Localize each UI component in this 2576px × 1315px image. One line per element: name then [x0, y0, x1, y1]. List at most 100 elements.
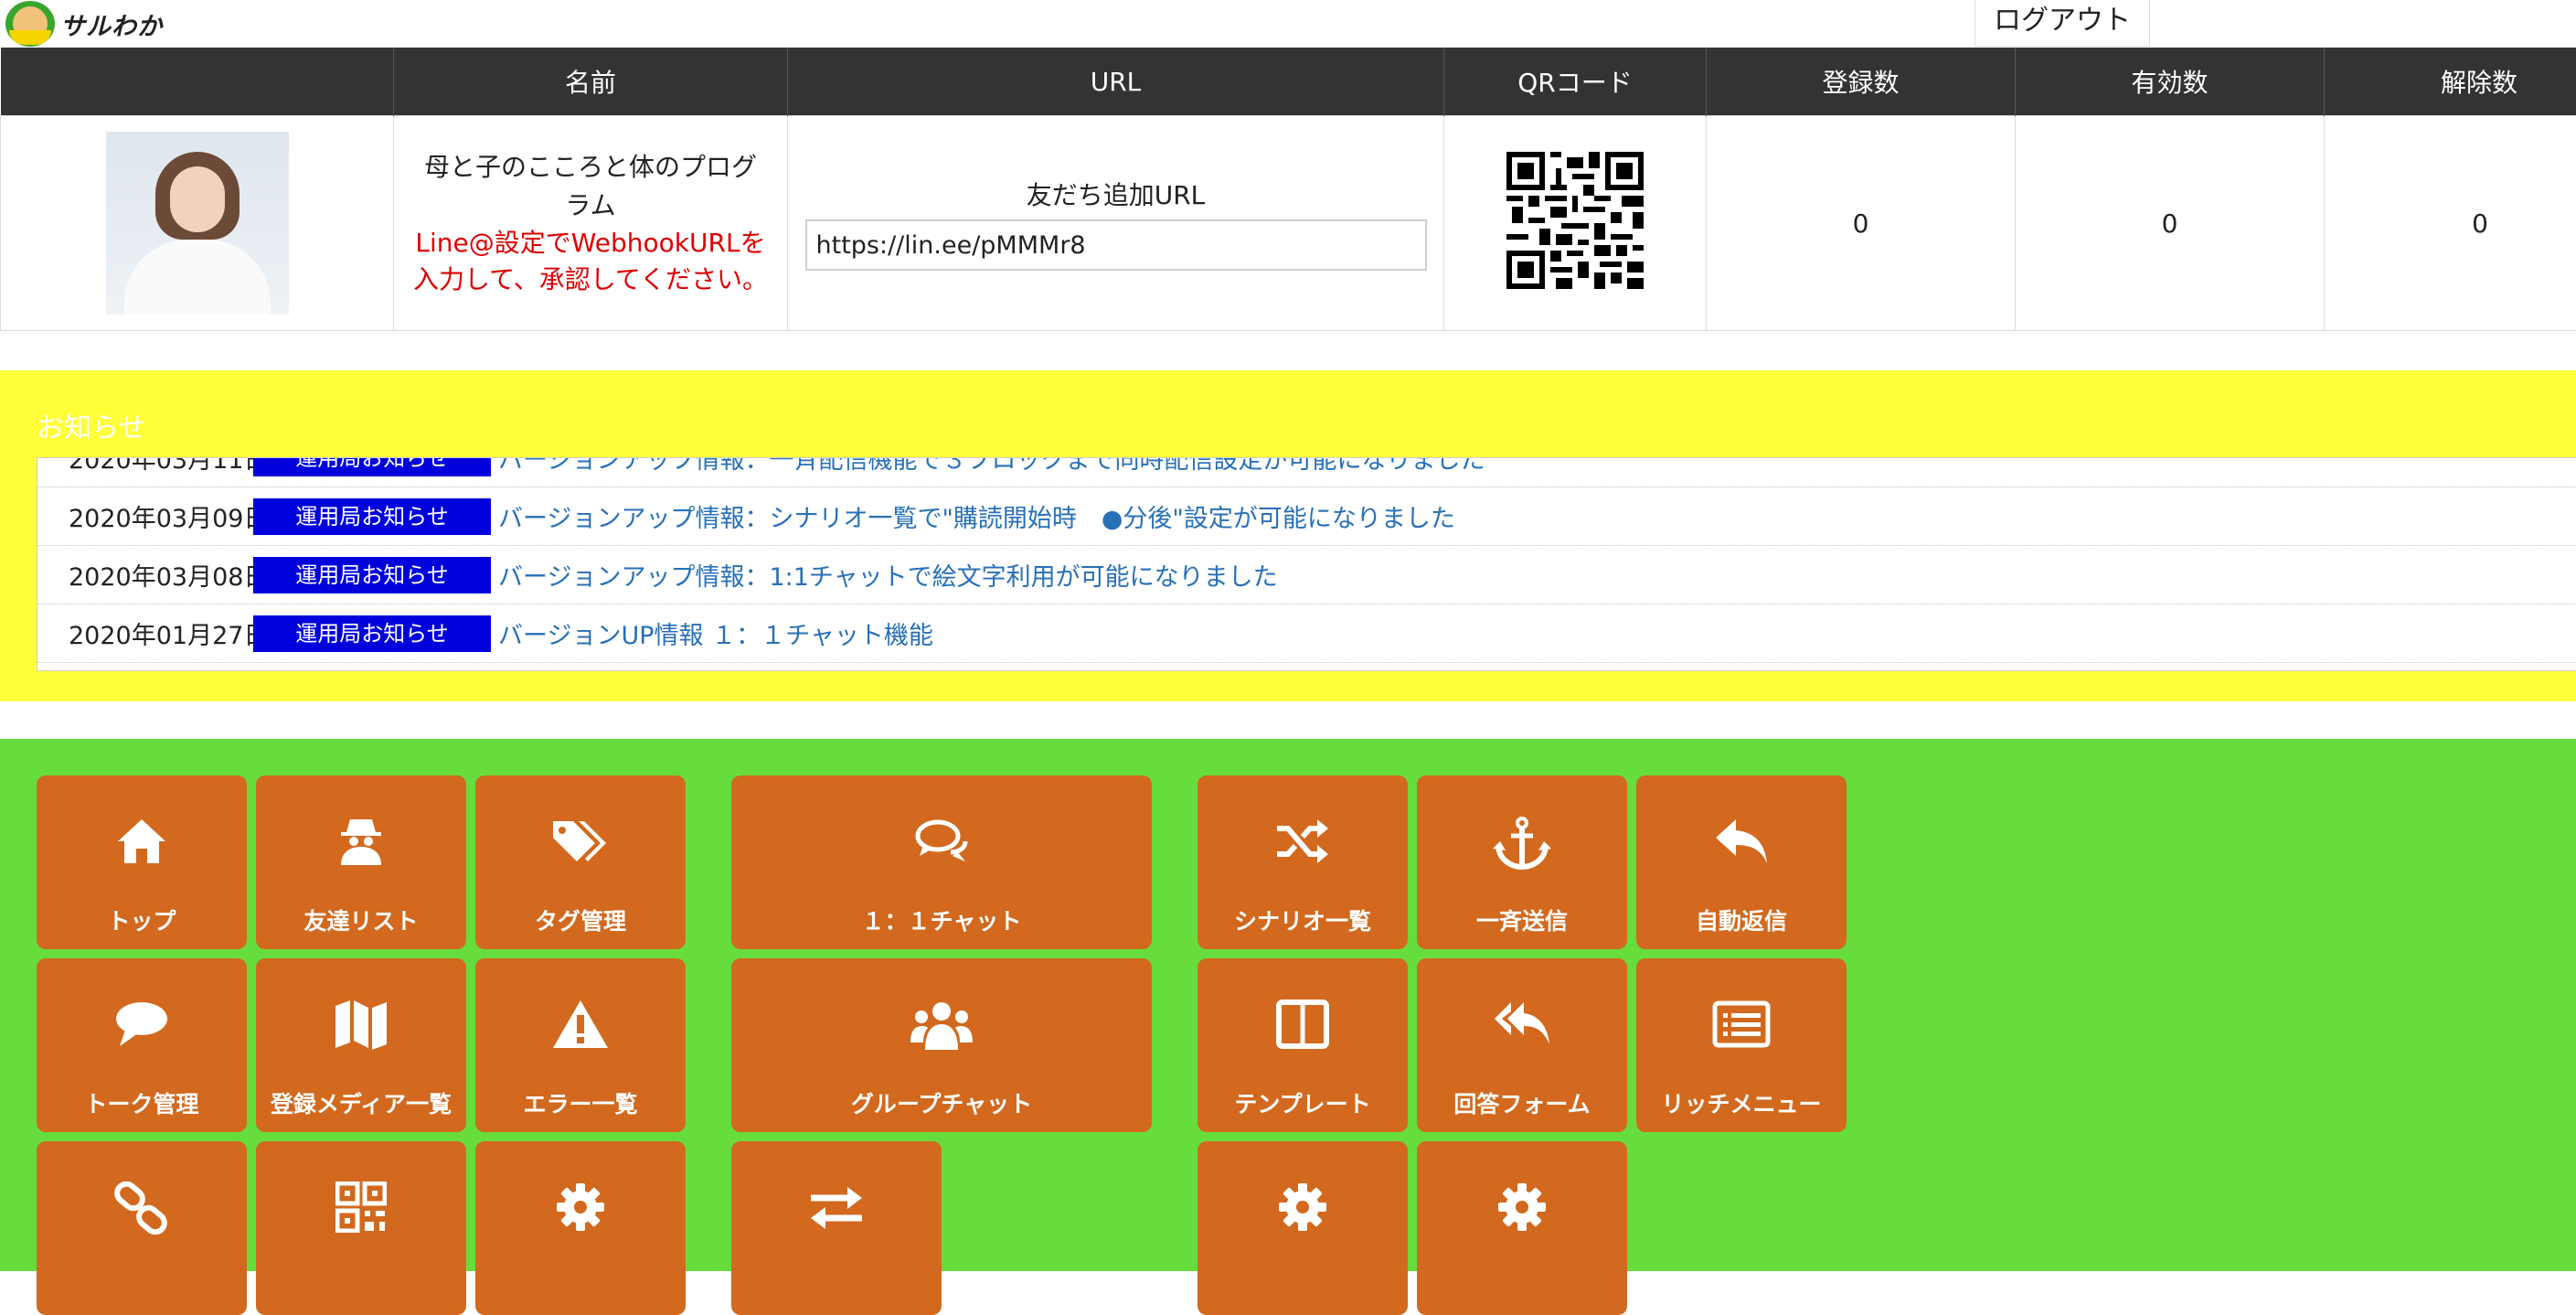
list-item: 2020年01月27日 運用局お知らせ バージョンUP情報 １：１チャット機能 [37, 604, 2576, 663]
menu-top-label: トップ [37, 903, 247, 936]
link-icon [112, 1181, 171, 1236]
users-icon [910, 999, 973, 1052]
friend-add-url-input[interactable] [805, 219, 1427, 271]
random-icon [1273, 816, 1332, 867]
logout-button[interactable]: ログアウト [1975, 0, 2150, 47]
notice-date: 2020年03月11日 [37, 457, 253, 476]
qrcode-icon [335, 1181, 387, 1233]
notice-badge: 運用局お知らせ [253, 615, 491, 652]
notice-date: 2020年01月27日 [37, 615, 253, 651]
notice-link[interactable]: バージョンアップ情報：一斉配信機能で３ブロックまで同時配信設定が可能になりました [498, 457, 1485, 476]
list-item: 2020年03月09日 運用局お知らせ バージョンアップ情報：シナリオ一覧で"購… [37, 487, 2576, 546]
menu-form-button[interactable]: 回答フォーム [1417, 958, 1627, 1132]
map-icon [332, 999, 390, 1050]
menu-richmenu-button[interactable]: リッチメニュー [1636, 958, 1847, 1132]
spy-icon [334, 816, 389, 867]
menu-errors-label: エラー一覧 [475, 1086, 686, 1119]
menu-scenario-button[interactable]: シナリオ一覧 [1198, 775, 1408, 949]
menu-settings-button[interactable] [475, 1141, 686, 1315]
account-table-header: 名前 URL QRコード 登録数 有効数 解除数 [1, 48, 2576, 116]
menu-template-label: テンプレート [1198, 1086, 1408, 1119]
gear-icon [1277, 1181, 1328, 1233]
account-table: 名前 URL QRコード 登録数 有効数 解除数 母と子のこころと体のプログラム… [0, 48, 2576, 331]
table-row: 母と子のこころと体のプログラム Line@設定でWebhookURLを入力して、… [1, 116, 2576, 331]
app-logo[interactable]: サルわか [5, 0, 163, 48]
menu-qrcode-button[interactable] [256, 1141, 466, 1315]
gear-icon [555, 1181, 606, 1233]
notice-link[interactable]: バージョンアップ情報：1:1チャットで絵文字利用が可能になりました [498, 557, 1278, 593]
menu-settings-3-button[interactable] [1417, 1141, 1627, 1315]
cancelled-count: 0 [2325, 116, 2576, 331]
tags-icon [549, 816, 612, 871]
menu-broadcast-label: 一斉送信 [1417, 903, 1627, 936]
qr-code-icon [1506, 152, 1644, 289]
col-header-registered: 登録数 [1707, 48, 2016, 116]
col-header-active: 有効数 [2016, 48, 2325, 116]
notice-date: 2020年03月09日 [37, 498, 253, 534]
account-name-cell: 母と子のこころと体のプログラム Line@設定でWebhookURLを入力して、… [394, 116, 788, 331]
notice-title: お知らせ [37, 405, 145, 445]
anchor-icon [1493, 816, 1551, 871]
account-url-cell: 友だち追加URL [788, 116, 1444, 331]
webhook-warning: Line@設定でWebhookURLを入力して、承認してください。 [394, 225, 787, 298]
menu-exchange-button[interactable] [731, 1141, 942, 1315]
menu-links-button[interactable] [37, 1141, 247, 1315]
list-item: 2020年03月08日 運用局お知らせ バージョンアップ情報：1:1チャットで絵… [37, 546, 2576, 604]
menu-scenario-label: シナリオ一覧 [1198, 903, 1408, 936]
col-header-image [1, 48, 394, 116]
notice-list[interactable]: 2020年03月11日 運用局お知らせ バージョンアップ情報：一斉配信機能で３ブ… [37, 457, 2576, 671]
notice-link[interactable]: バージョンUP情報 １：１チャット機能 [498, 615, 933, 651]
top-bar: サルわか ログアウト [0, 0, 2576, 48]
menu-media-label: 登録メディア一覧 [256, 1086, 466, 1119]
menu-chat-button[interactable]: １：１チャット [731, 775, 1152, 949]
menu-errors-button[interactable]: エラー一覧 [475, 958, 686, 1132]
menu-tags-label: タグ管理 [475, 903, 686, 936]
comments-icon [912, 816, 971, 867]
active-count: 0 [2016, 116, 2325, 331]
col-header-cancelled: 解除数 [2325, 48, 2576, 116]
menu-media-button[interactable]: 登録メディア一覧 [256, 958, 466, 1132]
menu-autoreply-button[interactable]: 自動返信 [1636, 775, 1847, 949]
menu-groupchat-label: グループチャット [731, 1086, 1152, 1119]
menu-talk-label: トーク管理 [37, 1086, 247, 1119]
reply-all-icon [1493, 999, 1551, 1050]
menu-template-button[interactable]: テンプレート [1198, 958, 1408, 1132]
menu-autoreply-label: 自動返信 [1636, 903, 1847, 936]
notice-date: 2020年03月08日 [37, 557, 253, 593]
account-name: 母と子のこころと体のプログラム [394, 148, 787, 225]
notice-badge: 運用局お知らせ [253, 498, 491, 535]
monkey-logo-icon [5, 1, 55, 47]
account-photo-cell [1, 116, 394, 331]
menu-tags-button[interactable]: タグ管理 [475, 775, 686, 949]
menu-settings-2-button[interactable] [1198, 1141, 1408, 1315]
notice-link[interactable]: バージョンアップ情報：シナリオ一覧で"購読開始時 ●分後"設定が可能になりました [498, 498, 1455, 534]
reply-icon [1712, 816, 1771, 867]
friend-add-url-label: 友だち追加URL [788, 176, 1443, 212]
registered-count: 0 [1707, 116, 2016, 331]
col-header-name: 名前 [394, 48, 788, 116]
notice-panel: お知らせ 2020年03月11日 運用局お知らせ バージョンアップ情報：一斉配信… [0, 370, 2576, 701]
qr-cell [1444, 116, 1707, 331]
menu-top-button[interactable]: トップ [37, 775, 247, 949]
col-header-url: URL [788, 48, 1444, 116]
menu-chat-label: １：１チャット [731, 903, 1152, 936]
columns-icon [1275, 999, 1330, 1050]
menu-broadcast-button[interactable]: 一斉送信 [1417, 775, 1627, 949]
notice-badge: 運用局お知らせ [253, 557, 491, 593]
exchange-icon [807, 1181, 866, 1233]
menu-friends-button[interactable]: 友達リスト [256, 775, 466, 949]
menu-talk-button[interactable]: トーク管理 [37, 958, 247, 1132]
notice-badge: 運用局お知らせ [253, 457, 491, 476]
menu-groupchat-button[interactable]: グループチャット [731, 958, 1152, 1132]
logo-text: サルわか [60, 6, 163, 42]
gear-icon [1496, 1181, 1548, 1233]
col-header-qr: QRコード [1444, 48, 1707, 116]
main-menu: トップ 友達リスト タグ管理 １：１チャット シナリオ一覧 [0, 739, 2576, 1271]
list-item: 2020年03月11日 運用局お知らせ バージョンアップ情報：一斉配信機能で３ブ… [37, 457, 2576, 487]
list-alt-icon [1712, 999, 1771, 1050]
warning-icon [551, 999, 610, 1052]
menu-richmenu-label: リッチメニュー [1636, 1086, 1847, 1119]
comment-icon [112, 999, 171, 1050]
menu-friends-label: 友達リスト [256, 903, 466, 936]
menu-form-label: 回答フォーム [1417, 1086, 1627, 1119]
